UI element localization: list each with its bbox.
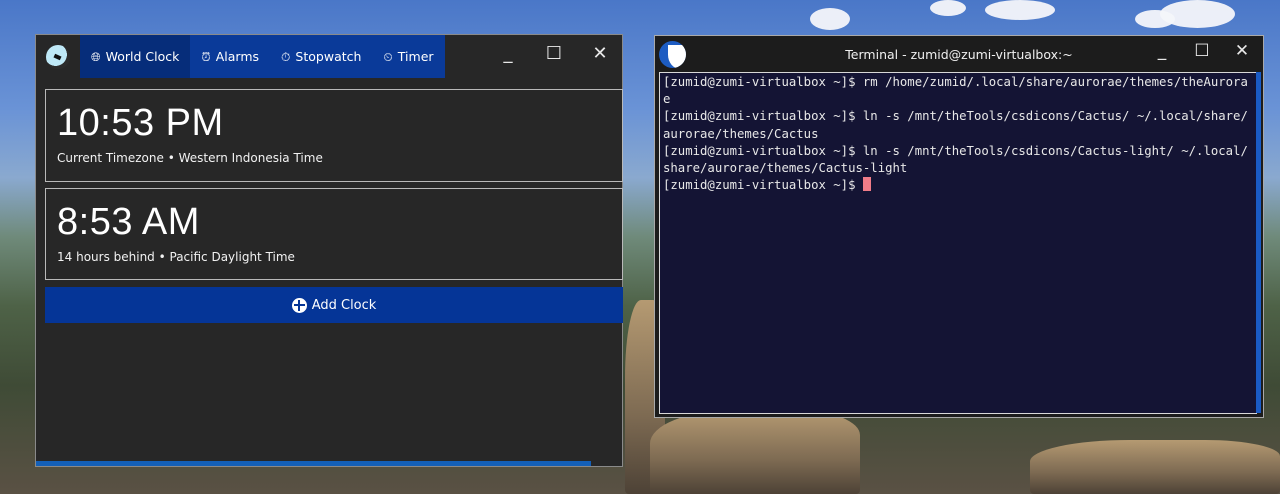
terminal-line: [zumid@zumi-virtualbox ~]$ ln -s /mnt/th… bbox=[663, 143, 1248, 176]
stopwatch-icon: ⏱︎ bbox=[281, 49, 291, 64]
terminal-output[interactable]: [zumid@zumi-virtualbox ~]$ rm /home/zumi… bbox=[659, 72, 1257, 414]
close-icon[interactable]: ✕ bbox=[586, 43, 614, 64]
terminal-window: Terminal - zumid@zumi-virtualbox:~ _ ☐ ✕… bbox=[654, 35, 1264, 418]
tab-alarms[interactable]: ⏰︎ Alarms bbox=[190, 35, 271, 78]
terminal-app-icon bbox=[659, 41, 686, 68]
maximize-icon[interactable]: ☐ bbox=[1189, 41, 1215, 61]
terminal-cursor bbox=[862, 177, 871, 192]
maximize-icon[interactable]: ☐ bbox=[540, 43, 568, 64]
clock-card-pacific[interactable]: 8:53 AM 14 hours behind • Pacific Daylig… bbox=[45, 188, 623, 280]
close-icon[interactable]: ✕ bbox=[1229, 41, 1255, 61]
tab-label: World Clock bbox=[105, 49, 180, 64]
clock-window: 🌐︎ World Clock ⏰︎ Alarms ⏱︎ Stopwatch ⏲︎… bbox=[35, 34, 623, 467]
tab-world-clock[interactable]: 🌐︎ World Clock bbox=[80, 35, 191, 78]
clock-app-icon bbox=[46, 45, 70, 69]
terminal-prompt: [zumid@zumi-virtualbox ~]$ bbox=[663, 178, 863, 193]
clock-time: 10:53 PM bbox=[57, 102, 224, 144]
clock-time: 8:53 AM bbox=[57, 201, 200, 243]
terminal-titlebar: Terminal - zumid@zumi-virtualbox:~ _ ☐ ✕ bbox=[655, 36, 1263, 72]
tab-stopwatch[interactable]: ⏱︎ Stopwatch bbox=[270, 35, 373, 78]
terminal-prompt-line: [zumid@zumi-virtualbox ~]$ bbox=[663, 177, 1253, 194]
alarm-icon: ⏰︎ bbox=[201, 49, 211, 64]
tab-label: Stopwatch bbox=[295, 49, 362, 64]
clock-subtitle: Current Timezone • Western Indonesia Tim… bbox=[57, 151, 323, 165]
minimize-icon[interactable]: _ bbox=[494, 43, 522, 64]
tab-timer[interactable]: ⏲︎ Timer bbox=[372, 35, 445, 78]
minimize-icon[interactable]: _ bbox=[1149, 41, 1175, 61]
terminal-window-controls: _ ☐ ✕ bbox=[1149, 41, 1255, 61]
tab-label: Timer bbox=[397, 49, 434, 64]
horizontal-scrollbar[interactable] bbox=[36, 461, 591, 466]
clock-window-controls: _ ☐ ✕ bbox=[494, 43, 614, 64]
terminal-scrollbar[interactable] bbox=[1256, 72, 1261, 413]
plus-circle-icon bbox=[291, 297, 307, 313]
clock-titlebar: 🌐︎ World Clock ⏰︎ Alarms ⏱︎ Stopwatch ⏲︎… bbox=[36, 35, 622, 81]
terminal-line: [zumid@zumi-virtualbox ~]$ rm /home/zumi… bbox=[663, 75, 1248, 107]
clock-subtitle: 14 hours behind • Pacific Daylight Time bbox=[57, 250, 295, 264]
add-clock-button[interactable]: Add Clock bbox=[45, 287, 623, 323]
add-clock-label: Add Clock bbox=[311, 297, 377, 313]
clock-card-current[interactable]: 10:53 PM Current Timezone • Western Indo… bbox=[45, 89, 623, 182]
tab-label: Alarms bbox=[215, 49, 260, 64]
globe-icon: 🌐︎ bbox=[91, 49, 101, 64]
timer-icon: ⏲︎ bbox=[383, 49, 393, 64]
terminal-line: [zumid@zumi-virtualbox ~]$ ln -s /mnt/th… bbox=[663, 109, 1248, 141]
terminal-title: Terminal - zumid@zumi-virtualbox:~ bbox=[845, 46, 1073, 62]
